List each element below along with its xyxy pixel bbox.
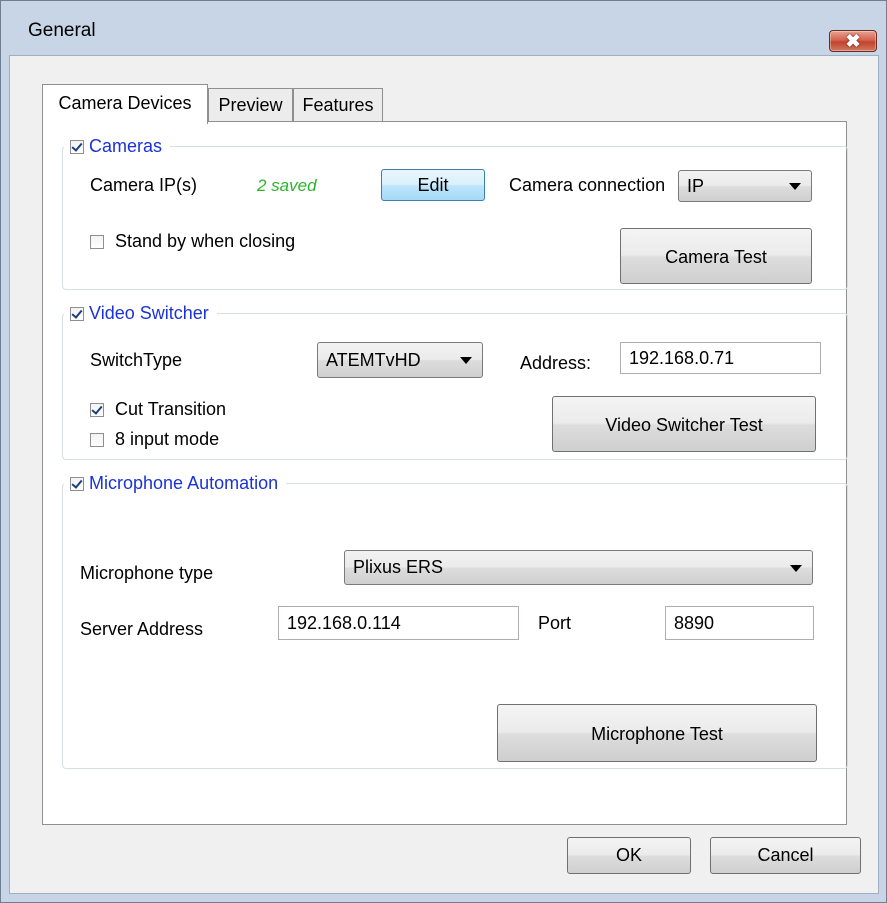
tab-preview[interactable]: Preview xyxy=(208,88,293,122)
standby-label: Stand by when closing xyxy=(115,231,296,251)
standby-option[interactable]: Stand by when closing xyxy=(90,231,295,252)
port-input[interactable]: 8890 xyxy=(665,606,814,640)
port-label: Port xyxy=(538,613,572,633)
tab-camera-devices[interactable]: Camera Devices xyxy=(42,84,208,124)
switch-type-select[interactable]: ATEMTvHD xyxy=(317,342,483,378)
cameras-legend[interactable]: Cameras xyxy=(64,135,171,157)
edit-camera-ips-button[interactable]: Edit xyxy=(381,169,485,201)
cut-transition-label: Cut Transition xyxy=(115,399,227,419)
cameras-label: Cameras xyxy=(89,136,163,156)
microphone-test-button[interactable]: Microphone Test xyxy=(497,704,817,762)
microphone-type-select[interactable]: Plixus ERS xyxy=(344,550,813,585)
switch-type-value: ATEMTvHD xyxy=(326,350,421,370)
video-switcher-checkbox[interactable] xyxy=(70,307,84,321)
ok-button[interactable]: OK xyxy=(567,837,691,874)
cut-transition-checkbox[interactable] xyxy=(90,403,104,417)
microphone-type-label: Microphone type xyxy=(80,563,214,583)
title-bar[interactable]: General ✖ xyxy=(1,1,886,52)
tab-features[interactable]: Features xyxy=(293,88,383,122)
close-button[interactable]: ✖ xyxy=(829,30,877,52)
dialog-window: General ✖ Camera Devices Preview Feature… xyxy=(0,0,887,903)
server-address-label: Server Address xyxy=(80,619,204,639)
microphone-type-value: Plixus ERS xyxy=(353,557,444,577)
switcher-address-input[interactable]: 192.168.0.71 xyxy=(620,342,821,374)
microphone-checkbox[interactable] xyxy=(70,477,84,491)
input-mode-option[interactable]: 8 input mode xyxy=(90,429,219,450)
cancel-button[interactable]: Cancel xyxy=(710,837,861,874)
port-value: 8890 xyxy=(674,613,715,633)
camera-ip-label: Camera IP(s) xyxy=(90,175,198,195)
cameras-checkbox[interactable] xyxy=(70,140,84,154)
camera-ip-status: 2 saved xyxy=(257,176,317,195)
chevron-down-icon xyxy=(789,183,801,190)
server-address-input[interactable]: 192.168.0.114 xyxy=(278,606,519,640)
camera-connection-select[interactable]: IP xyxy=(678,170,812,202)
chevron-down-icon xyxy=(460,357,472,364)
input-mode-label: 8 input mode xyxy=(115,429,220,449)
input-mode-checkbox[interactable] xyxy=(90,433,104,447)
camera-connection-value: IP xyxy=(687,176,705,196)
standby-checkbox[interactable] xyxy=(90,235,104,249)
camera-test-button[interactable]: Camera Test xyxy=(620,228,812,284)
camera-connection-label: Camera connection xyxy=(509,175,666,195)
close-icon: ✖ xyxy=(845,31,861,51)
switcher-address-value: 192.168.0.71 xyxy=(629,348,735,368)
address-label: Address: xyxy=(520,353,592,373)
video-switcher-test-button[interactable]: Video Switcher Test xyxy=(552,396,816,452)
microphone-label: Microphone Automation xyxy=(89,473,279,493)
server-address-value: 192.168.0.114 xyxy=(287,613,401,633)
switch-type-label: SwitchType xyxy=(90,350,183,370)
microphone-legend[interactable]: Microphone Automation xyxy=(64,472,287,494)
video-switcher-legend[interactable]: Video Switcher xyxy=(64,302,217,324)
chevron-down-icon xyxy=(790,564,802,572)
window-title: General xyxy=(28,20,96,41)
video-switcher-label: Video Switcher xyxy=(89,303,209,323)
cut-transition-option[interactable]: Cut Transition xyxy=(90,399,226,420)
